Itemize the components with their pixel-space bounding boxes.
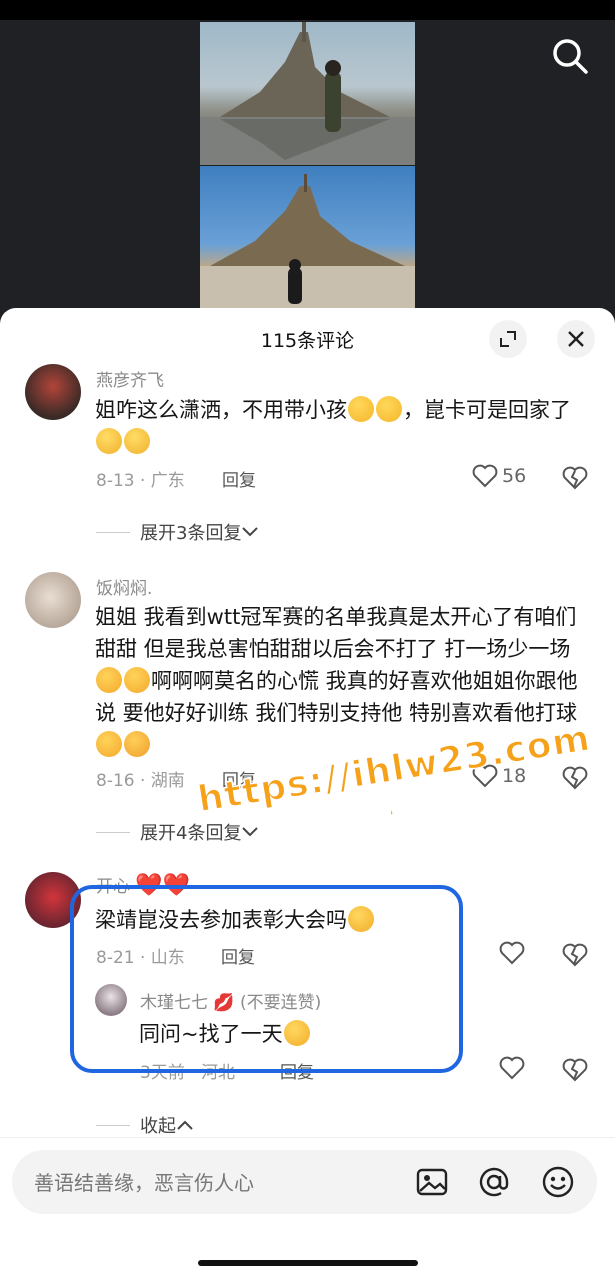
home-indicator — [198, 1260, 418, 1266]
broken-heart-icon — [562, 1058, 588, 1082]
heart-icon — [472, 764, 498, 788]
status-bar — [0, 0, 615, 20]
image-button[interactable] — [414, 1164, 450, 1200]
comment-text: 姐咋这么潇洒，不用带小孩 ，崑卡可是回家了 — [95, 394, 590, 458]
comment-text: 姐姐 我看到wtt冠军赛的名单我真是太开心了有咱们甜甜 但是我总害怕甜甜以后会不… — [95, 601, 590, 761]
comment-input[interactable] — [32, 1150, 396, 1216]
heart-icon — [499, 941, 525, 965]
like-count: 56 — [502, 465, 527, 487]
expand-replies-button[interactable]: 展开4条回复 — [96, 819, 259, 845]
broken-heart-icon — [562, 943, 588, 967]
video-frame-top — [200, 22, 415, 165]
broken-heart-icon — [562, 466, 588, 490]
expand-icon — [500, 331, 516, 347]
image-icon — [416, 1168, 448, 1196]
reply-button[interactable]: 回复 — [222, 766, 256, 791]
dislike-button[interactable] — [562, 1058, 588, 1086]
close-icon — [568, 331, 584, 347]
like-button[interactable] — [499, 941, 525, 965]
like-count: 18 — [502, 765, 527, 787]
comments-sheet: 115条评论 燕彦齐飞 姐咋这么潇洒，不用带小孩 ，崑卡可是回家了 8-13 · … — [0, 308, 615, 1280]
comment-meta: 8-13 · 广东 — [96, 471, 185, 491]
like-button[interactable]: 18 — [472, 764, 526, 788]
like-button[interactable] — [499, 1056, 525, 1080]
mention-button[interactable] — [476, 1164, 512, 1200]
dislike-button[interactable] — [562, 466, 588, 494]
like-button[interactable]: 56 — [472, 464, 526, 488]
heart-icon — [472, 464, 498, 488]
comment-username[interactable]: 饭焖焖. — [96, 574, 152, 599]
at-icon — [479, 1167, 509, 1197]
collapse-replies-button[interactable]: 收起 — [96, 1112, 194, 1138]
comment-meta: 8-16 · 湖南 — [96, 771, 185, 791]
video-frame-bottom — [200, 166, 415, 308]
dislike-button[interactable] — [562, 943, 588, 971]
collapse-label: 收起 — [140, 1116, 176, 1137]
avatar[interactable] — [25, 364, 81, 420]
dislike-button[interactable] — [562, 766, 588, 794]
highlight-box — [70, 885, 463, 1073]
comment-input-bar — [0, 1137, 615, 1281]
emoji-button[interactable] — [540, 1164, 576, 1200]
reply-button[interactable]: 回复 — [222, 466, 256, 491]
expand-replies-label: 展开3条回复 — [140, 523, 242, 544]
comment-input-container[interactable] — [12, 1150, 597, 1216]
search-button[interactable] — [548, 34, 592, 78]
heart-icon — [499, 1056, 525, 1080]
comment-username[interactable]: 燕彦齐飞 — [96, 366, 164, 391]
avatar[interactable] — [25, 572, 81, 628]
chevron-down-icon — [242, 827, 259, 837]
chevron-up-icon — [177, 1120, 193, 1130]
broken-heart-icon — [562, 766, 588, 790]
search-icon — [553, 39, 588, 74]
emoji-icon — [542, 1166, 574, 1198]
close-button[interactable] — [557, 320, 595, 358]
expand-replies-button[interactable]: 展开3条回复 — [96, 519, 259, 545]
expand-button[interactable] — [489, 320, 527, 358]
chevron-down-icon — [242, 527, 259, 537]
expand-replies-label: 展开4条回复 — [140, 823, 242, 844]
